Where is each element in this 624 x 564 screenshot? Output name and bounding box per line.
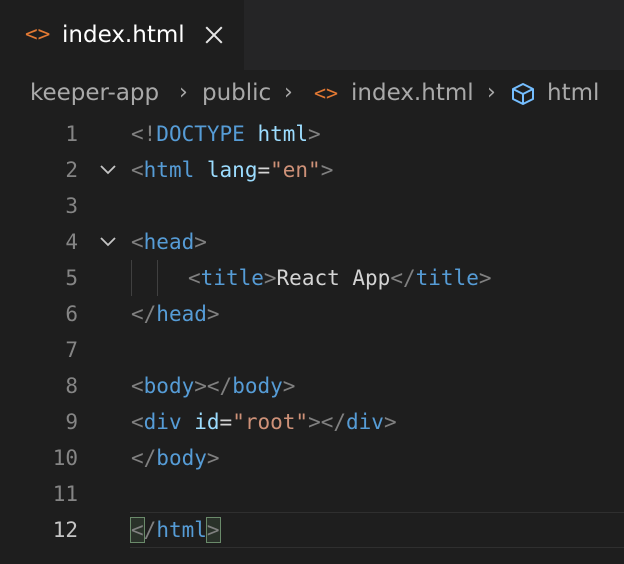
token: html — [143, 158, 195, 182]
line-number: 2 — [65, 158, 78, 182]
code-text: <!DOCTYPE html> — [131, 116, 321, 152]
symbol-element-icon — [512, 83, 534, 105]
token: lang — [206, 158, 258, 182]
code-line[interactable]: 8 <body></body> — [0, 368, 624, 404]
token: > — [206, 446, 220, 470]
line-number: 4 — [65, 230, 78, 254]
line-number: 9 — [65, 410, 78, 434]
code-line[interactable]: 4 <head> — [0, 224, 624, 260]
code-text: <body></body> — [131, 368, 295, 404]
code-line[interactable]: 11 — [0, 476, 624, 512]
code-line[interactable]: 5 <title>React App</title> — [0, 260, 624, 296]
chevron-down-icon[interactable] — [98, 232, 118, 252]
token: body — [156, 446, 207, 470]
breadcrumb: keeper-app › public › <> index.html › ht… — [0, 70, 624, 116]
indent-guide — [131, 260, 132, 296]
code-text: <div id="root"></div> — [131, 404, 397, 440]
tab-bar: <> index.html — [0, 0, 624, 70]
breadcrumb-item-html[interactable]: html — [547, 78, 599, 108]
line-number: 10 — [52, 446, 78, 470]
token: / — [143, 518, 157, 542]
token: < — [131, 410, 144, 434]
token: title — [415, 266, 479, 290]
code-line[interactable]: 2 <html lang="en"> — [0, 152, 624, 188]
indent-guide — [157, 260, 158, 296]
token: > — [206, 302, 220, 326]
token: </ — [131, 446, 157, 470]
token: </ — [390, 266, 416, 290]
breadcrumb-item-index-html[interactable]: index.html — [351, 78, 474, 108]
token: = — [257, 158, 271, 182]
token: React App — [276, 266, 391, 290]
code-line[interactable]: 6 </head> — [0, 296, 624, 332]
token: div — [346, 410, 384, 434]
code-line-active[interactable]: 12 </html> — [0, 512, 624, 548]
token: </ — [206, 374, 233, 398]
token: < — [131, 158, 144, 182]
token: > — [308, 410, 321, 434]
close-icon[interactable] — [203, 24, 225, 46]
line-number: 12 — [52, 518, 78, 542]
token: html — [156, 518, 207, 542]
html-file-icon: <> — [25, 22, 51, 46]
token: > — [194, 374, 207, 398]
token: body — [143, 374, 195, 398]
code-text: </head> — [131, 296, 220, 332]
code-text: <head> — [131, 224, 207, 260]
code-line[interactable]: 9 <div id="root"></div> — [0, 404, 624, 440]
code-line[interactable]: 7 — [0, 332, 624, 368]
token: > — [282, 374, 296, 398]
code-text: </body> — [131, 440, 220, 476]
chevron-right-icon: › — [284, 80, 293, 105]
chevron-right-icon: › — [487, 80, 496, 105]
line-number: 3 — [65, 194, 78, 218]
token: head — [156, 302, 207, 326]
html-file-icon: <> — [314, 81, 339, 105]
code-line[interactable]: 1 <!DOCTYPE html> — [0, 116, 624, 152]
token: body — [232, 374, 283, 398]
token: > — [478, 266, 492, 290]
tab-index-html[interactable]: <> index.html — [0, 0, 244, 70]
code-line[interactable]: 10 </body> — [0, 440, 624, 476]
code-text: <html lang="en"> — [131, 152, 333, 188]
bracket-match-highlight: > — [205, 517, 221, 543]
line-number: 7 — [65, 338, 78, 362]
token: > — [320, 158, 334, 182]
token: DOCTYPE — [156, 122, 245, 146]
token: id — [194, 410, 220, 434]
token: div — [143, 410, 182, 434]
bracket-match-highlight: < — [130, 517, 145, 543]
token: > — [194, 230, 207, 254]
breadcrumb-item-keeper-app[interactable]: keeper-app — [30, 78, 159, 108]
line-number: 6 — [65, 302, 78, 326]
token: title — [200, 266, 264, 290]
token: = — [219, 410, 233, 434]
token: < — [188, 266, 201, 290]
line-number: 1 — [65, 122, 78, 146]
breadcrumb-item-public[interactable]: public — [202, 78, 271, 108]
line-number: 8 — [65, 374, 78, 398]
code-text: </html> — [130, 512, 221, 548]
token: html — [257, 122, 309, 146]
token: < — [131, 230, 144, 254]
code-editor[interactable]: 1 <!DOCTYPE html> 2 <html lang="en"> 3 4… — [0, 116, 624, 564]
token: head — [143, 230, 195, 254]
chevron-down-icon[interactable] — [98, 160, 118, 180]
token: > — [263, 266, 277, 290]
code-line[interactable]: 3 — [0, 188, 624, 224]
token: "en" — [270, 158, 321, 182]
code-text: <title>React App</title> — [188, 260, 492, 296]
token: <! — [131, 122, 157, 146]
token: > — [308, 122, 321, 146]
token: "root" — [232, 410, 309, 434]
chevron-right-icon: › — [179, 80, 188, 105]
line-number: 5 — [65, 266, 78, 290]
token: > — [383, 410, 397, 434]
token: </ — [131, 302, 157, 326]
token: </ — [320, 410, 347, 434]
token: < — [131, 374, 144, 398]
line-number: 11 — [52, 482, 78, 506]
tab-label: index.html — [62, 22, 185, 48]
